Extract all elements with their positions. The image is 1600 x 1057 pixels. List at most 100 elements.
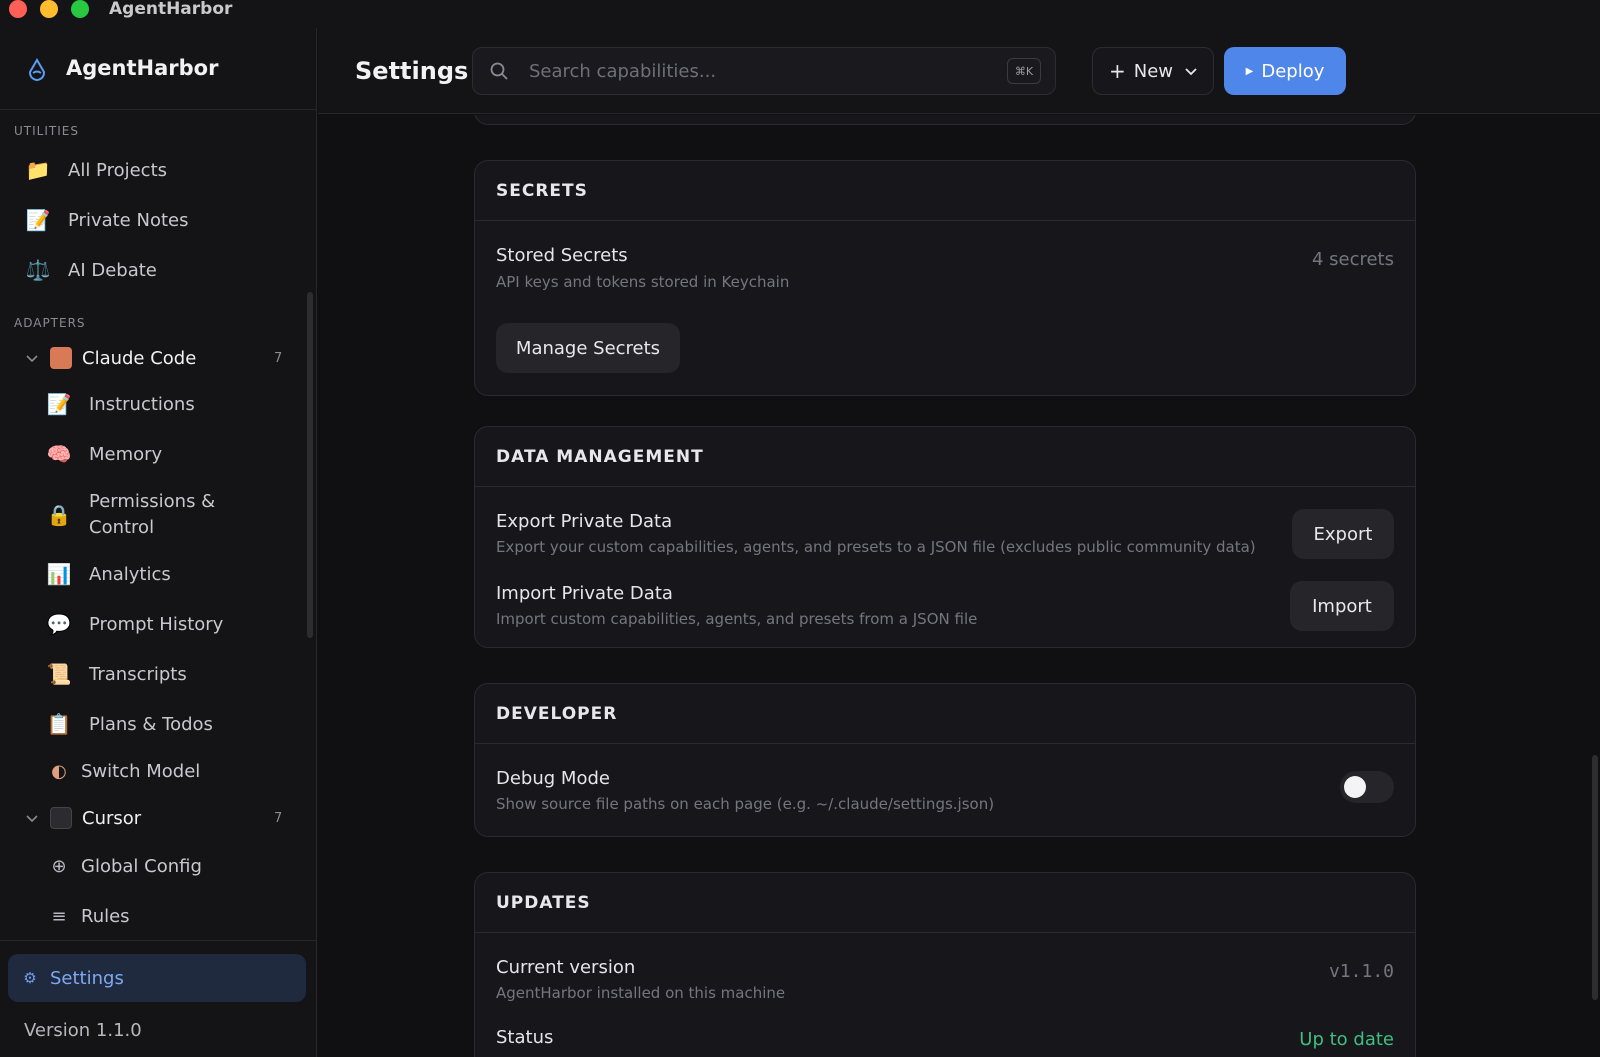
- sidebar-item-label: Global Config: [81, 855, 202, 877]
- new-button-label: New: [1133, 60, 1174, 82]
- secrets-card: SECRETS Stored Secrets API keys and toke…: [474, 160, 1416, 396]
- brand-name: AgentHarbor: [66, 56, 219, 80]
- stored-secrets-title: Stored Secrets: [496, 245, 628, 266]
- card-header: SECRETS: [475, 161, 1415, 221]
- previous-card: [474, 115, 1416, 125]
- sidebar-item-label: AI Debate: [68, 259, 157, 281]
- new-button[interactable]: + New: [1092, 47, 1214, 95]
- sidebar-item-switch-model[interactable]: ◐ Switch Model: [10, 749, 300, 793]
- debug-mode-description: Show source file paths on each page (e.g…: [496, 795, 995, 813]
- sidebar-item-global-config[interactable]: ⊕ Global Config: [10, 844, 300, 888]
- sidebar-item-analytics[interactable]: 📊 Analytics: [10, 552, 300, 596]
- top-header: Settings Search capabilities... ⌘K + New…: [318, 28, 1600, 114]
- sidebar-item-label: All Projects: [68, 159, 167, 181]
- adapter-group-claude-code[interactable]: Claude Code 7: [10, 338, 300, 378]
- status-value: Up to date: [1299, 1029, 1394, 1050]
- chevron-down-icon: [1185, 68, 1197, 76]
- sidebar-item-label: Instructions: [89, 393, 195, 415]
- sidebar: AgentHarbor UTILITIES 📁 All Projects 📝 P…: [0, 28, 317, 1057]
- sidebar-footer-divider: [0, 940, 316, 941]
- utilities-section-label: UTILITIES: [14, 124, 79, 138]
- adapter-name: Claude Code: [82, 347, 197, 369]
- card-header: DATA MANAGEMENT: [475, 427, 1415, 487]
- sidebar-item-plans-todos[interactable]: 📋 Plans & Todos: [10, 702, 300, 746]
- adapter-count: 7: [274, 810, 283, 826]
- updates-card: UPDATES Current version AgentHarbor inst…: [474, 872, 1416, 1057]
- speech-bubble-icon: 💬: [46, 612, 72, 636]
- sidebar-item-label: Switch Model: [81, 760, 201, 782]
- developer-card: DEVELOPER Debug Mode Show source file pa…: [474, 683, 1416, 837]
- lock-icon: 🔒: [46, 503, 72, 527]
- export-button[interactable]: Export: [1292, 509, 1394, 559]
- sidebar-item-label: Transcripts: [89, 663, 187, 685]
- debug-mode-toggle[interactable]: [1340, 771, 1394, 803]
- title-bar: AgentHarbor: [0, 0, 1600, 28]
- card-heading: DATA MANAGEMENT: [496, 446, 704, 467]
- plus-icon: +: [1109, 59, 1126, 83]
- import-title: Import Private Data: [496, 583, 673, 604]
- bar-chart-icon: 📊: [46, 562, 72, 586]
- current-version-description: AgentHarbor installed on this machine: [496, 984, 786, 1002]
- clipboard-icon: 📋: [46, 712, 72, 736]
- sidebar-item-transcripts[interactable]: 📜 Transcripts: [10, 652, 300, 696]
- adapters-section-label: ADAPTERS: [14, 316, 86, 330]
- window-title: AgentHarbor: [109, 0, 233, 19]
- sidebar-item-private-notes[interactable]: 📝 Private Notes: [10, 198, 300, 242]
- chevron-down-icon[interactable]: [24, 810, 40, 826]
- current-version-title: Current version: [496, 957, 636, 978]
- brain-icon: 🧠: [46, 442, 72, 466]
- sidebar-item-label: Prompt History: [89, 613, 224, 635]
- minimize-window-button[interactable]: [40, 0, 58, 18]
- sidebar-item-label: Permissions & Control: [89, 491, 216, 538]
- card-heading: DEVELOPER: [496, 703, 618, 724]
- switch-model-icon: ◐: [51, 760, 67, 782]
- close-window-button[interactable]: [9, 0, 27, 18]
- harbor-logo-icon: [28, 58, 46, 82]
- toggle-knob: [1344, 776, 1366, 798]
- search-input[interactable]: Search capabilities... ⌘K: [472, 47, 1056, 95]
- sidebar-item-label: Settings: [50, 967, 124, 989]
- import-button[interactable]: Import: [1290, 581, 1394, 631]
- sidebar-item-memory[interactable]: 🧠 Memory: [10, 432, 300, 476]
- play-icon: ▶: [1245, 65, 1254, 77]
- zoom-window-button[interactable]: [71, 0, 89, 18]
- content-scrollbar[interactable]: [1592, 755, 1598, 1000]
- sidebar-item-instructions[interactable]: 📝 Instructions: [10, 382, 300, 426]
- secrets-count: 4 secrets: [1311, 249, 1394, 270]
- export-title: Export Private Data: [496, 511, 673, 532]
- shortcut-badge: ⌘K: [1007, 58, 1041, 84]
- folder-icon: 📁: [25, 158, 51, 182]
- card-header: DEVELOPER: [475, 684, 1415, 744]
- app-version: Version 1.1.0: [24, 1020, 142, 1041]
- page-title: Settings: [355, 57, 469, 85]
- debug-mode-title: Debug Mode: [496, 768, 610, 789]
- search-placeholder: Search capabilities...: [529, 61, 717, 82]
- sidebar-scrollbar[interactable]: [307, 292, 313, 638]
- sidebar-item-prompt-history[interactable]: 💬 Prompt History: [10, 602, 300, 646]
- export-description: Export your custom capabilities, agents,…: [496, 538, 1256, 556]
- sidebar-item-all-projects[interactable]: 📁 All Projects: [10, 148, 300, 192]
- cursor-icon: [50, 807, 72, 829]
- adapter-group-cursor[interactable]: Cursor 7: [10, 798, 300, 838]
- sidebar-item-ai-debate[interactable]: ⚖️ AI Debate: [10, 248, 300, 292]
- stored-secrets-description: API keys and tokens stored in Keychain: [496, 273, 790, 291]
- manage-secrets-button[interactable]: Manage Secrets: [496, 323, 680, 373]
- gear-icon: ⚙: [23, 969, 37, 987]
- chevron-down-icon[interactable]: [24, 350, 40, 366]
- current-version-value: v1.1.0: [1328, 961, 1394, 982]
- search-icon: [490, 62, 508, 80]
- notes-icon: 📝: [25, 208, 51, 232]
- sidebar-item-settings[interactable]: ⚙ Settings: [8, 954, 306, 1002]
- list-icon: ≡: [51, 905, 67, 927]
- sidebar-item-label: Memory: [89, 443, 163, 465]
- brand: AgentHarbor: [0, 28, 316, 110]
- scales-icon: ⚖️: [25, 258, 51, 282]
- plus-circle-icon: ⊕: [51, 855, 67, 877]
- sidebar-item-rules[interactable]: ≡ Rules: [10, 894, 300, 938]
- sidebar-item-permissions-control[interactable]: 🔒 Permissions & Control: [10, 486, 300, 544]
- sidebar-item-label: Analytics: [89, 563, 171, 585]
- sidebar-item-label: Plans & Todos: [89, 713, 213, 735]
- claude-code-icon: [50, 347, 72, 369]
- deploy-button[interactable]: ▶ Deploy: [1224, 47, 1346, 95]
- card-header: UPDATES: [475, 873, 1415, 933]
